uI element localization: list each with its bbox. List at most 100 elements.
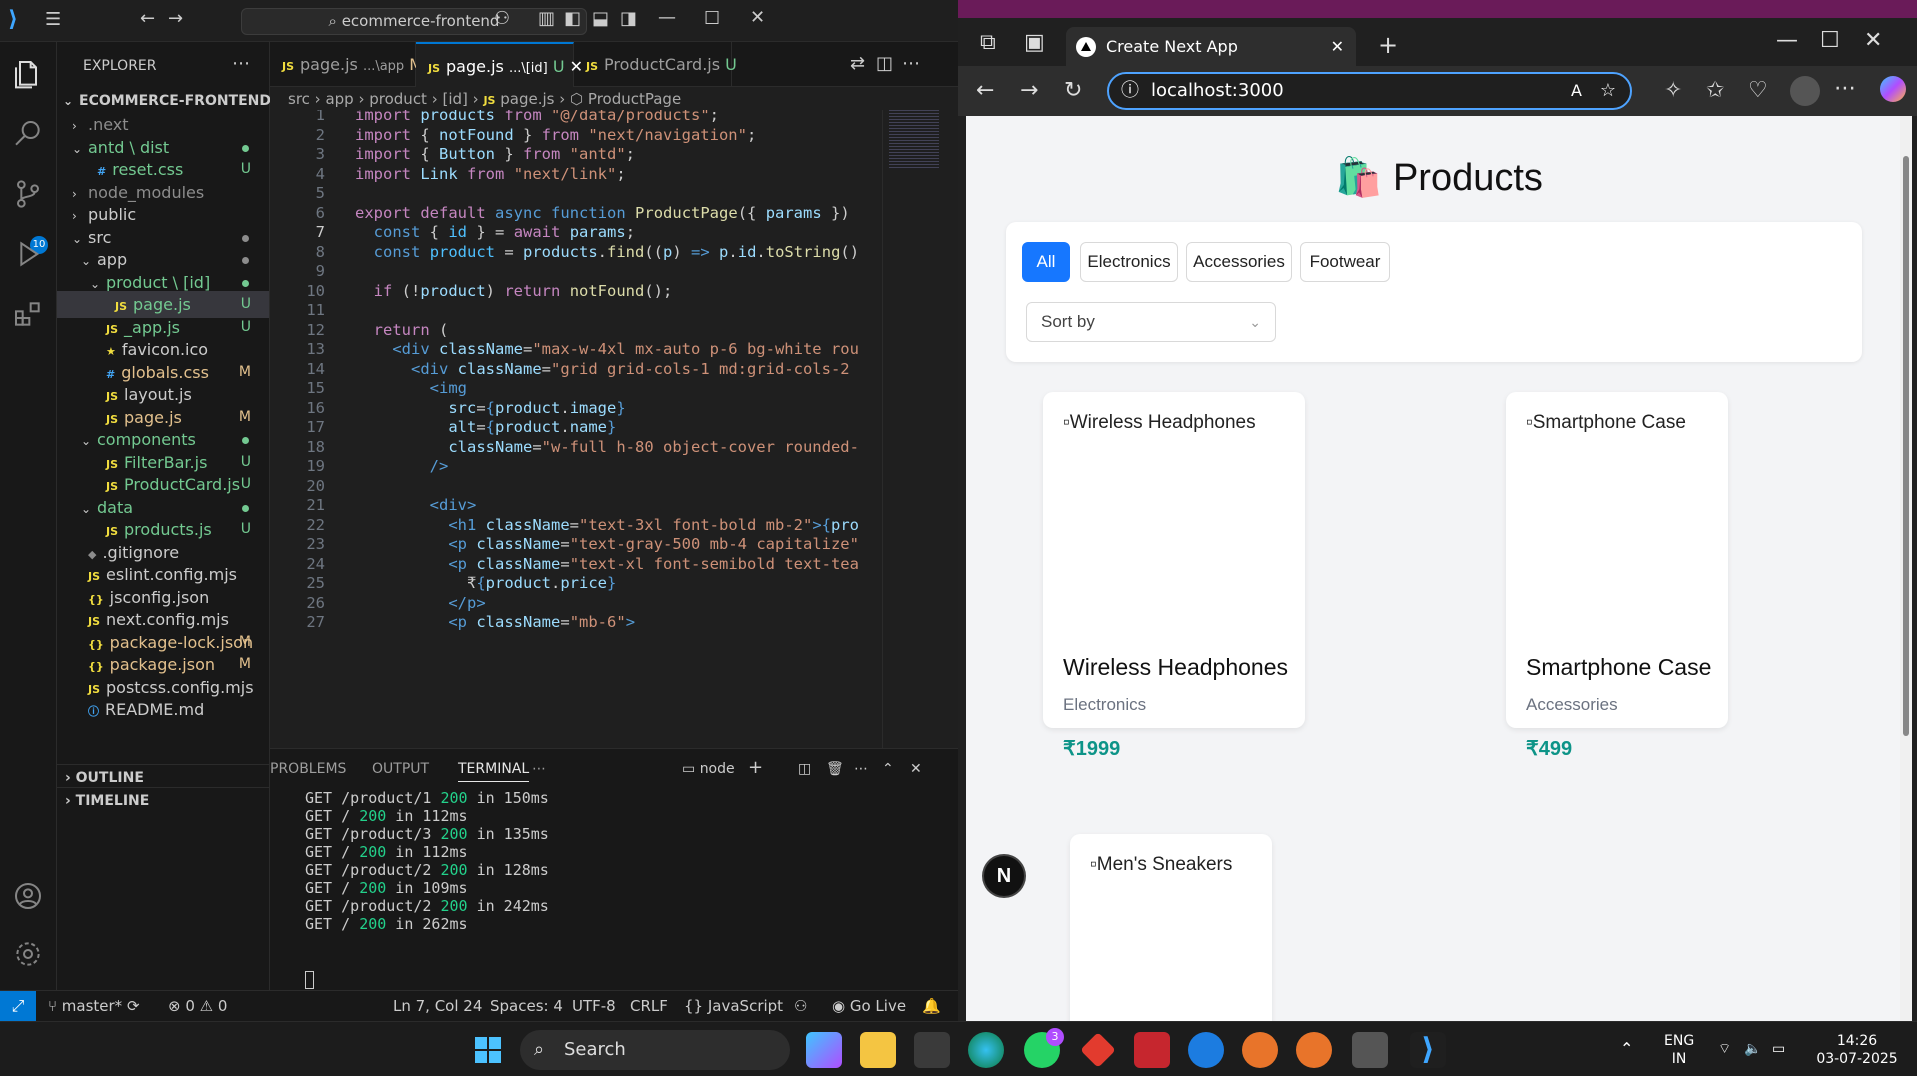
timeline-section[interactable]: › TIMELINE <box>57 787 269 814</box>
split-editor-icon[interactable]: ◫ <box>876 54 893 74</box>
line-endings[interactable]: CRLF <box>630 997 668 1015</box>
menu-icon[interactable]: ☰ <box>45 10 61 30</box>
minimize-icon[interactable]: — <box>1776 30 1798 52</box>
filter-all-button[interactable]: All <box>1022 242 1070 282</box>
indentation[interactable]: Spaces: 4 <box>490 997 563 1015</box>
extensions-icon[interactable] <box>12 298 44 330</box>
vscode-app-icon[interactable]: ⟩ <box>1410 1032 1446 1068</box>
minimize-icon[interactable]: — <box>658 8 676 28</box>
app-orange-icon[interactable] <box>1242 1032 1278 1068</box>
refresh-icon[interactable]: ↻ <box>1064 80 1082 102</box>
run-debug-icon[interactable] <box>12 238 44 270</box>
copilot-status-icon[interactable]: ⚇ <box>794 997 807 1015</box>
taskbar-search[interactable]: ⌕ Search <box>520 1030 790 1070</box>
wifi-icon[interactable]: ⌔ <box>1718 1040 1731 1058</box>
toggle-secondary-sidebar-icon[interactable]: ◨ <box>620 9 637 29</box>
close-panel-icon[interactable]: ✕ <box>910 761 922 777</box>
edge-app-icon[interactable] <box>968 1032 1004 1068</box>
terminal-shell[interactable]: ▭ node <box>682 761 735 777</box>
language-mode[interactable]: {} JavaScript <box>684 997 783 1015</box>
tab-problems[interactable]: PROBLEMS <box>270 761 346 777</box>
scrollbar[interactable] <box>1900 116 1912 1021</box>
help-icon[interactable] <box>1188 1032 1224 1068</box>
mcafee-icon[interactable] <box>1134 1032 1170 1068</box>
close-icon[interactable]: ✕ <box>750 8 765 28</box>
maximize-panel-icon[interactable]: ⌃ <box>882 761 894 777</box>
breadcrumb-item[interactable]: product <box>369 90 427 108</box>
layout-icon[interactable]: ▥ <box>538 9 555 29</box>
maximize-icon[interactable]: ☐ <box>1820 30 1840 52</box>
command-center-search[interactable]: ⌕ ecommerce-frontend <box>241 8 587 35</box>
workspaces-icon[interactable]: ⧉ <box>980 32 996 54</box>
copilot-icon[interactable]: ⚇ <box>494 9 510 29</box>
forward-icon[interactable]: → <box>168 9 183 29</box>
trash-icon[interactable]: 🗑 <box>826 761 844 777</box>
tab-close-icon[interactable]: ✕ <box>1331 27 1344 67</box>
back-icon[interactable]: ← <box>140 9 155 29</box>
new-terminal-icon[interactable]: + <box>748 757 763 778</box>
file-explorer-icon[interactable] <box>860 1032 896 1068</box>
cursor-position[interactable]: Ln 7, Col 24 <box>393 997 482 1015</box>
tab-id-page-js[interactable]: JS page.js ...\[id] U ✕ <box>416 42 583 87</box>
tab-app-page-js[interactable]: JSpage.js ...\app M <box>270 42 423 87</box>
breadcrumb-item[interactable]: page.js <box>500 90 554 108</box>
browser-essentials-icon[interactable]: ♡ <box>1748 80 1768 102</box>
split-terminal-icon[interactable]: ◫ <box>798 761 811 777</box>
tab-productcard-js[interactable]: JS ProductCard.js U <box>574 42 737 87</box>
vertical-tabs-icon[interactable]: ▣ <box>1024 32 1045 54</box>
filter-footwear-button[interactable]: Footwear <box>1300 242 1390 282</box>
problems-status[interactable]: ⊗ 0 ⚠ 0 <box>168 997 227 1015</box>
show-hidden-icons[interactable]: ⌃ <box>1620 1040 1633 1058</box>
filter-accessories-button[interactable]: Accessories <box>1186 242 1292 282</box>
more-actions-icon[interactable]: ⋯ <box>902 54 920 74</box>
favorite-star-icon[interactable]: ☆ <box>1600 74 1616 108</box>
tab-output[interactable]: OUTPUT <box>372 761 429 777</box>
breadcrumb-item[interactable]: ProductPage <box>588 90 681 108</box>
branch-status[interactable]: ⑂ master* ⟳ <box>48 997 140 1015</box>
breadcrumb-item[interactable]: [id] <box>443 90 468 108</box>
maximize-icon[interactable]: ☐ <box>704 9 720 29</box>
go-live[interactable]: ◉ Go Live <box>832 997 906 1015</box>
toggle-sidebar-icon[interactable]: ◧ <box>564 9 581 29</box>
explorer-icon[interactable] <box>12 58 44 90</box>
new-tab-icon[interactable]: + <box>1378 33 1398 57</box>
sort-select[interactable]: Sort by ⌄ <box>1026 302 1276 342</box>
product-card[interactable]: ▫Smartphone Case Smartphone Case Accesso… <box>1506 392 1728 760</box>
app-orange-2-icon[interactable] <box>1296 1032 1332 1068</box>
scrollbar-thumb[interactable] <box>1903 156 1909 736</box>
back-icon[interactable]: ← <box>976 80 994 102</box>
app-diamond-icon[interactable] <box>1080 1032 1116 1068</box>
more-icon[interactable]: ⋯ <box>1834 78 1856 100</box>
browser-tab-active[interactable]: Create Next App ✕ <box>1066 27 1356 67</box>
extensions-icon[interactable]: ✧ <box>1664 80 1682 102</box>
code-editor[interactable]: 1 2 3 4 5 6 7 8 9 10 11 12 13 14 15 16 17 18 19 20 21 22 23 24 2… <box>270 110 882 748</box>
clock[interactable]: 14:26 03-07-2025 <box>1812 1032 1902 1068</box>
profile-avatar[interactable] <box>1790 76 1820 106</box>
search-icon[interactable] <box>12 118 44 150</box>
forward-icon[interactable]: → <box>1020 80 1038 102</box>
more-icon[interactable]: ⋯ <box>532 761 546 777</box>
encoding[interactable]: UTF-8 <box>572 997 616 1015</box>
tree-file[interactable]: ⓘ README.md <box>57 696 269 723</box>
breadcrumb-item[interactable]: src <box>288 90 310 108</box>
volume-icon[interactable]: 🔈 <box>1744 1040 1761 1058</box>
copilot-icon[interactable] <box>1880 76 1906 102</box>
toggle-panel-icon[interactable]: ⬓ <box>592 9 609 29</box>
address-bar[interactable]: ⓘ localhost:3000 A ☆ <box>1107 72 1632 110</box>
close-icon[interactable]: ✕ <box>1864 30 1882 52</box>
breadcrumb-item[interactable]: app <box>325 90 353 108</box>
tab-terminal[interactable]: TERMINAL <box>458 761 530 782</box>
minimap[interactable] <box>882 110 958 748</box>
product-card[interactable]: ▫Men's Sneakers <box>1070 834 1272 1021</box>
read-aloud-icon[interactable]: A <box>1571 74 1582 108</box>
favorites-icon[interactable]: ✩ <box>1706 80 1724 102</box>
copilot-app-icon[interactable] <box>806 1032 842 1068</box>
more-actions-icon[interactable]: ⋯ <box>232 54 250 74</box>
battery-icon[interactable]: ▭ <box>1772 1040 1785 1058</box>
product-card[interactable]: ▫Wireless Headphones Wireless Headphones… <box>1043 392 1305 760</box>
remote-icon[interactable]: ⤢ <box>0 991 36 1021</box>
start-windows-icon[interactable] <box>470 1032 506 1068</box>
filter-electronics-button[interactable]: Electronics <box>1080 242 1178 282</box>
account-icon[interactable] <box>12 880 44 912</box>
app-tools-icon[interactable] <box>1352 1032 1388 1068</box>
